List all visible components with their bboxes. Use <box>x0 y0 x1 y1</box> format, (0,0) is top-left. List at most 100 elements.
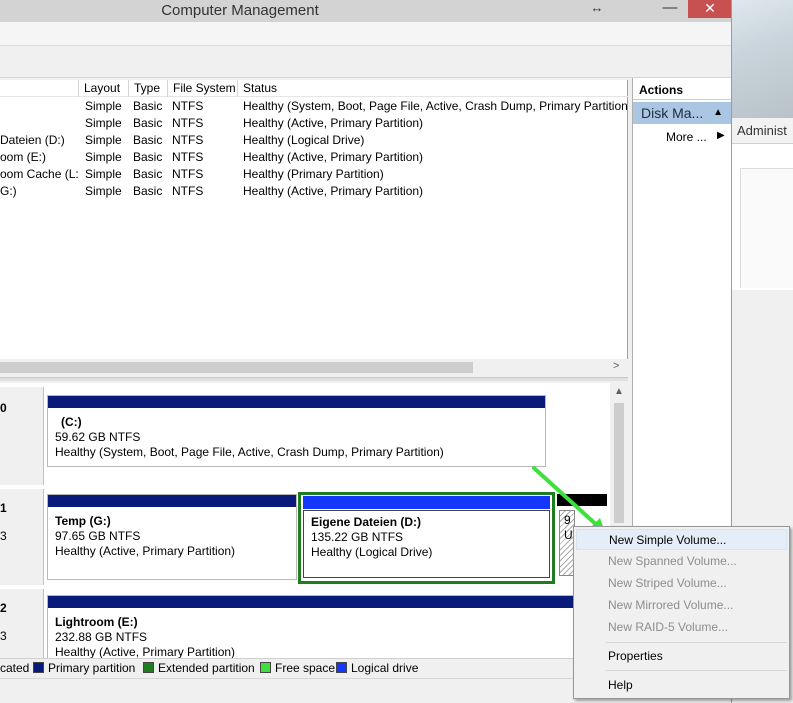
table-row[interactable]: oom Cache (L:) Simple Basic NTFS Healthy… <box>0 166 628 183</box>
column-header-layout[interactable]: Layout <box>78 80 128 97</box>
partition-name: (C:) <box>61 415 82 429</box>
more-actions-link[interactable]: More ... <box>666 130 707 144</box>
volume-file-system: NTFS <box>172 167 204 181</box>
unallocated-bar <box>557 494 607 506</box>
title-bar[interactable]: Computer Management ↔ — ✕ <box>0 0 731 22</box>
menu-bar <box>0 22 731 46</box>
actions-section-label: Disk Ma... <box>641 105 704 121</box>
volume-file-system: NTFS <box>172 184 204 198</box>
volume-file-system: NTFS <box>172 133 204 147</box>
partition-d[interactable]: Eigene Dateien (D:) 135.22 GB NTFS Healt… <box>303 510 550 578</box>
volume-list: Layout Type File System Status Simple Ba… <box>0 80 628 376</box>
disk-1-label[interactable]: 1 3 <box>0 489 44 585</box>
menu-item-new-spanned-volume[interactable]: New Spanned Volume... <box>576 551 787 572</box>
actions-title: Actions <box>633 81 731 100</box>
partition-g[interactable]: Temp (G:) 97.65 GB NTFS Healthy (Active,… <box>47 494 297 580</box>
disk-number: 0 <box>0 401 7 415</box>
partition-size: 232.88 GB NTFS <box>55 630 148 644</box>
volume-name <box>0 98 78 115</box>
screen: Administ Computer Management ↔ — ✕ Layou… <box>0 0 793 703</box>
toolbar <box>0 46 731 78</box>
scroll-right-icon[interactable]: > <box>613 360 619 372</box>
partition-status: Healthy (Active, Primary Partition) <box>55 544 236 558</box>
partition-size: 59.62 GB NTFS <box>55 430 141 444</box>
table-row[interactable]: oom (E:) Simple Basic NTFS Healthy (Acti… <box>0 149 628 166</box>
menu-separator <box>606 670 787 671</box>
volume-status: Healthy (Active, Primary Partition) <box>243 116 424 130</box>
disk-number: 2 <box>0 601 7 615</box>
legend: cated Primary partition Extended partiti… <box>0 658 628 676</box>
table-row[interactable]: Dateien (D:) Simple Basic NTFS Healthy (… <box>0 132 628 149</box>
volume-name: oom (E:) <box>0 150 47 164</box>
volume-status: Healthy (Primary Partition) <box>243 167 384 181</box>
legend-item-unallocated: cated <box>0 661 29 675</box>
legend-item-logical-drive: Logical drive <box>336 661 418 675</box>
partition-c[interactable]: (C:) 59.62 GB NTFS Healthy (System, Boot… <box>47 395 546 467</box>
menu-item-new-striped-volume[interactable]: New Striped Volume... <box>576 573 787 594</box>
partition-info: (C:) 59.62 GB NTFS Healthy (System, Boot… <box>55 415 444 460</box>
partition-status: Healthy (Logical Drive) <box>311 545 433 559</box>
legend-swatch <box>143 662 154 673</box>
window-title: Computer Management <box>161 2 319 19</box>
primary-partition-bar <box>48 396 545 408</box>
partition-name: Temp (G:) <box>55 514 111 528</box>
actions-section-disk-management[interactable]: Disk Ma... ▲ <box>633 102 731 124</box>
menu-item-help[interactable]: Help <box>576 675 787 696</box>
volume-type: Basic <box>133 167 163 181</box>
resize-icon[interactable]: ↔ <box>582 0 612 18</box>
background-window-header: Administ <box>732 118 793 144</box>
volume-status: Healthy (Active, Primary Partition) <box>243 150 424 164</box>
volume-type: Basic <box>133 116 163 130</box>
volume-name: oom Cache (L:) <box>0 167 78 181</box>
partition-size: 135.22 GB NTFS <box>311 530 404 544</box>
menu-item-new-simple-volume[interactable]: New Simple Volume... <box>576 529 787 550</box>
volume-list-header: Layout Type File System Status <box>0 80 628 97</box>
scroll-up-icon[interactable]: ▲ <box>614 386 624 397</box>
menu-item-new-mirrored-volume[interactable]: New Mirrored Volume... <box>576 595 787 616</box>
pane-splitter[interactable] <box>0 377 628 381</box>
legend-item-extended: Extended partition <box>143 661 255 675</box>
table-row[interactable]: G:) Simple Basic NTFS Healthy (Active, P… <box>0 183 628 200</box>
volume-type: Basic <box>133 99 163 113</box>
horizontal-scrollbar[interactable]: > <box>0 359 628 376</box>
volume-layout: Simple <box>85 99 122 113</box>
disk-info: 3 <box>0 529 7 543</box>
disk-0-label[interactable]: 0 <box>0 387 44 485</box>
volume-status: Healthy (System, Boot, Page File, Active… <box>243 99 628 113</box>
legend-label: cated <box>0 661 30 675</box>
volume-name: Dateien (D:) <box>0 133 65 147</box>
column-header-status[interactable]: Status <box>237 80 628 97</box>
partition-e[interactable]: Lightroom (E:) 232.88 GB NTFS Healthy (A… <box>47 595 577 658</box>
column-header-type[interactable]: Type <box>128 80 167 97</box>
menu-item-properties[interactable]: Properties <box>576 646 787 667</box>
scrollbar-thumb[interactable] <box>0 362 473 373</box>
volume-layout: Simple <box>85 150 122 164</box>
partition-info: Temp (G:) 97.65 GB NTFS Healthy (Active,… <box>55 514 235 559</box>
disk-2-label[interactable]: 2 3 <box>0 589 44 658</box>
legend-label: Primary partition <box>48 661 136 675</box>
close-button[interactable]: ✕ <box>688 0 731 18</box>
table-row[interactable]: Simple Basic NTFS Healthy (System, Boot,… <box>0 98 628 115</box>
minimize-button[interactable]: — <box>655 0 685 18</box>
extended-partition[interactable]: Eigene Dateien (D:) 135.22 GB NTFS Healt… <box>298 492 555 584</box>
volume-layout: Simple <box>85 167 122 181</box>
volume-file-system: NTFS <box>172 116 204 130</box>
column-header-file-system[interactable]: File System <box>167 80 237 97</box>
volume-file-system: NTFS <box>172 150 204 164</box>
scrollbar-thumb[interactable] <box>614 403 624 523</box>
table-row[interactable]: Simple Basic NTFS Healthy (Active, Prima… <box>0 115 628 132</box>
legend-label: Free space <box>275 661 336 675</box>
volume-layout: Simple <box>85 133 122 147</box>
desktop-wallpaper <box>732 0 793 118</box>
column-header-volume[interactable] <box>0 80 5 97</box>
legend-item-primary: Primary partition <box>33 661 135 675</box>
legend-swatch <box>33 662 44 673</box>
primary-partition-bar <box>48 495 296 507</box>
legend-label: Logical drive <box>351 661 419 675</box>
context-menu: New Simple Volume... New Spanned Volume.… <box>573 526 790 699</box>
collapse-icon[interactable]: ▲ <box>713 102 723 124</box>
free-space-size: 9 <box>564 513 571 527</box>
menu-item-new-raid5-volume[interactable]: New RAID-5 Volume... <box>576 617 787 638</box>
legend-item-free-space: Free space <box>260 661 335 675</box>
submenu-arrow-icon: ▶ <box>717 130 725 141</box>
